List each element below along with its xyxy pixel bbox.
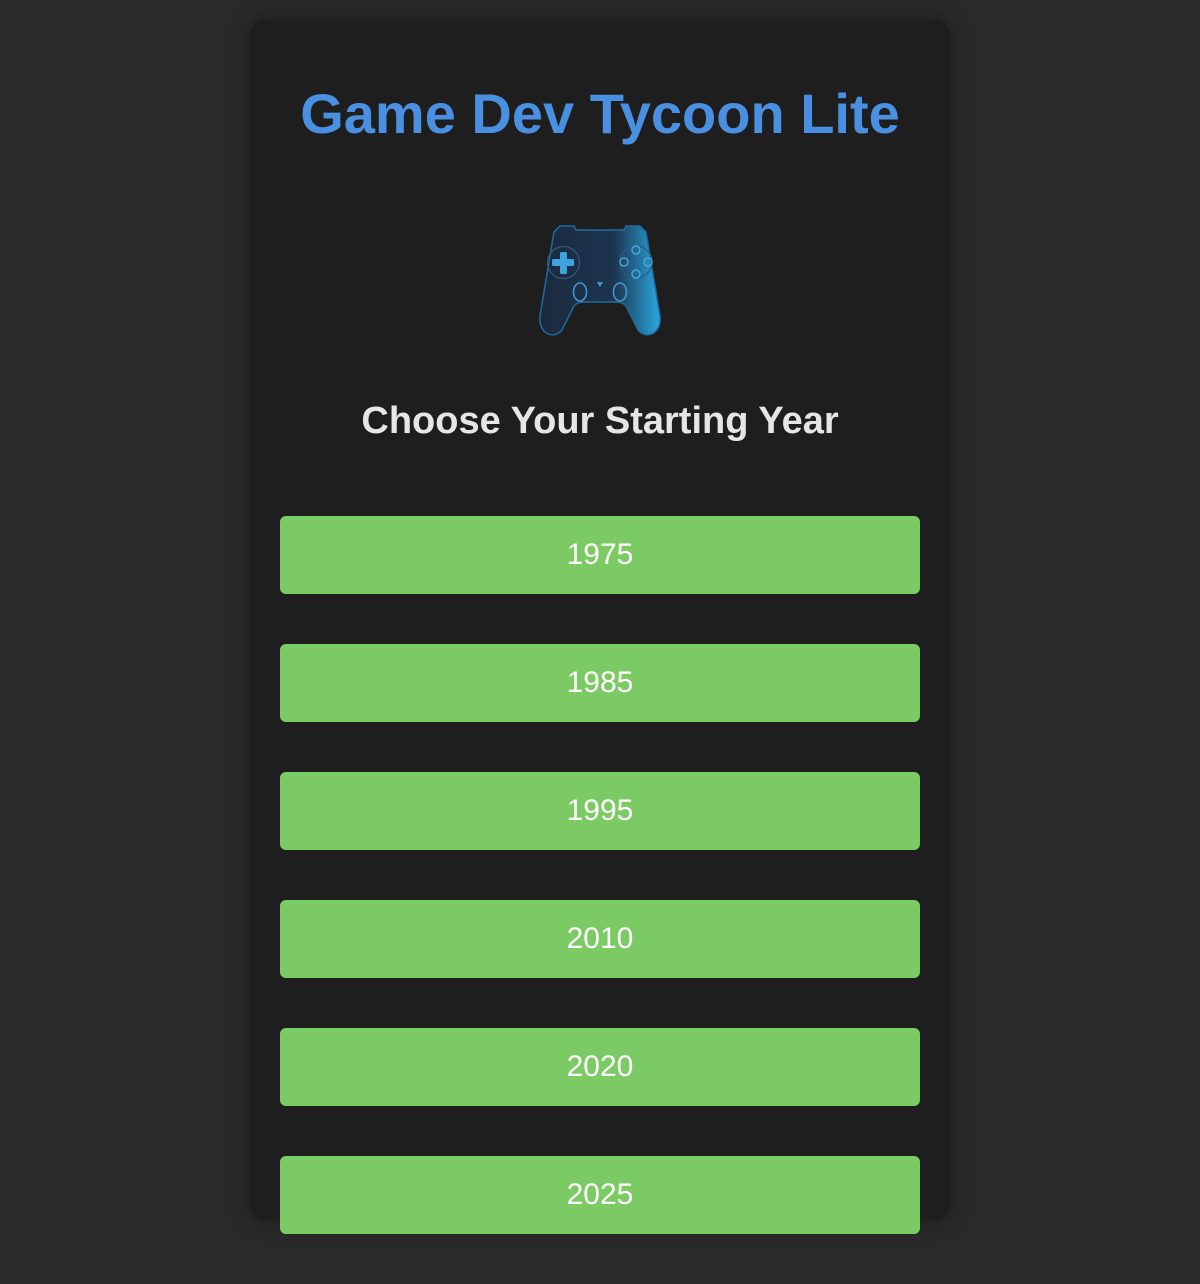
year-2010-button[interactable]: 2010 <box>280 900 920 978</box>
year-2025-button[interactable]: 2025 <box>280 1156 920 1234</box>
year-1985-button[interactable]: 1985 <box>280 644 920 722</box>
start-panel: Game Dev Tycoon Lite Choose Your Startin… <box>250 20 950 1234</box>
year-1975-button[interactable]: 1975 <box>280 516 920 594</box>
gamepad-icon <box>538 216 662 340</box>
year-2020-button[interactable]: 2020 <box>280 1028 920 1106</box>
year-1995-button[interactable]: 1995 <box>280 772 920 850</box>
year-options: 1975 1985 1995 2010 2020 2025 <box>280 516 920 1284</box>
starting-year-heading: Choose Your Starting Year <box>361 400 839 442</box>
game-title: Game Dev Tycoon Lite <box>300 82 900 145</box>
